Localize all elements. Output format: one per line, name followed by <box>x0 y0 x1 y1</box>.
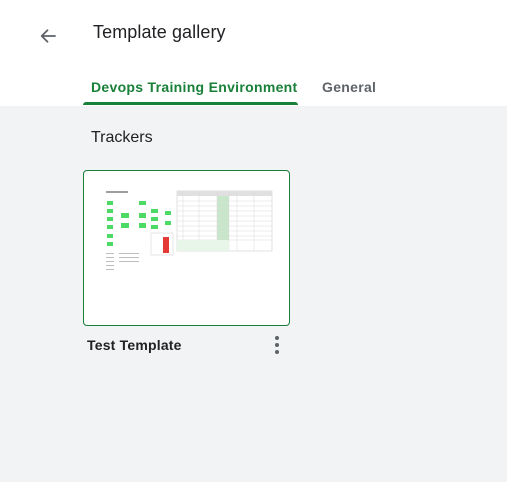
template-name[interactable]: Test Template <box>87 337 182 353</box>
gallery-header: Template gallery Devops Training Environ… <box>0 0 507 106</box>
more-vert-icon-dot <box>275 350 279 354</box>
template-thumbnail <box>106 190 273 270</box>
gallery-content: Trackers Test Template <box>0 106 507 482</box>
back-button[interactable] <box>31 19 65 53</box>
tab-general[interactable]: General <box>322 79 376 95</box>
more-vert-icon-dot <box>275 343 279 347</box>
more-options-button[interactable] <box>266 333 288 357</box>
template-card[interactable] <box>83 170 290 326</box>
tab-devops-training-environment[interactable]: Devops Training Environment <box>91 79 297 95</box>
page-title: Template gallery <box>93 22 226 42</box>
active-tab-indicator <box>83 102 298 105</box>
more-vert-icon <box>275 336 279 340</box>
section-title-trackers: Trackers <box>91 129 153 146</box>
arrow-left-icon <box>40 29 56 43</box>
